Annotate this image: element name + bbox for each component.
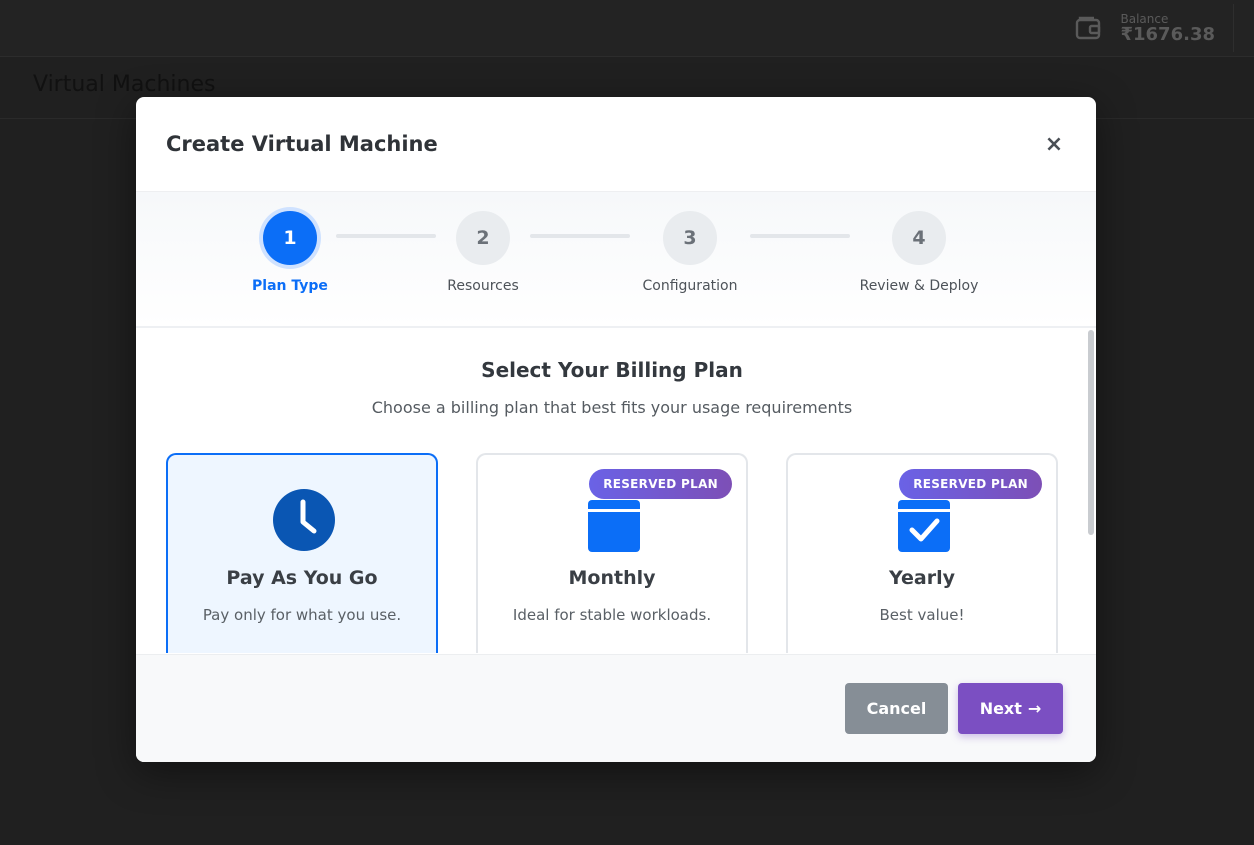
next-button[interactable]: Next → bbox=[958, 683, 1063, 734]
step-connector bbox=[530, 234, 630, 238]
close-icon[interactable]: × bbox=[1042, 132, 1066, 157]
plan-card-pay-as-you-go[interactable]: Pay As You Go Pay only for what you use. bbox=[166, 453, 438, 653]
step-connector bbox=[750, 234, 850, 238]
next-button-label: Next bbox=[979, 699, 1022, 718]
balance-label: Balance bbox=[1120, 11, 1169, 26]
step-connector bbox=[336, 234, 436, 238]
plan-name: Pay As You Go bbox=[226, 567, 378, 589]
plan-name: Yearly bbox=[889, 567, 955, 589]
balance-widget: Balance ₹1676.38 bbox=[1074, 4, 1234, 52]
balance-text: Balance ₹1676.38 bbox=[1120, 13, 1215, 44]
scrollbar[interactable] bbox=[1088, 330, 1094, 535]
modal-header: Create Virtual Machine × bbox=[136, 97, 1096, 192]
plan-name: Monthly bbox=[568, 567, 656, 589]
calendar-check-icon bbox=[898, 500, 950, 552]
plan-card-monthly[interactable]: RESERVED PLAN Monthly Ideal for stable w… bbox=[476, 453, 748, 653]
clock-icon bbox=[273, 489, 335, 551]
step-number: 2 bbox=[456, 211, 510, 265]
plan-card-yearly[interactable]: RESERVED PLAN Yearly Best value! bbox=[786, 453, 1058, 653]
modal-content: Select Your Billing Plan Choose a billin… bbox=[136, 328, 1096, 653]
create-vm-modal: Create Virtual Machine × 1 Plan Type 2 R… bbox=[136, 97, 1096, 762]
plan-description: Pay only for what you use. bbox=[202, 606, 402, 624]
wallet-icon bbox=[1076, 16, 1101, 40]
stepper: 1 Plan Type 2 Resources 3 Configuration … bbox=[136, 192, 1096, 328]
plan-description: Best value! bbox=[879, 606, 965, 624]
section-subtitle: Choose a billing plan that best fits you… bbox=[371, 398, 853, 417]
page-title: Virtual Machines bbox=[33, 72, 216, 97]
modal-footer: Cancel Next → bbox=[136, 654, 1096, 762]
modal-title: Create Virtual Machine bbox=[166, 132, 438, 156]
step-number: 4 bbox=[892, 211, 946, 265]
top-bar: Balance ₹1676.38 bbox=[0, 0, 1254, 57]
section-title: Select Your Billing Plan bbox=[481, 358, 743, 382]
calendar-icon bbox=[588, 500, 640, 552]
plan-description: Ideal for stable workloads. bbox=[512, 606, 712, 624]
step-label: Resources bbox=[447, 278, 519, 294]
arrow-right-icon: → bbox=[1027, 699, 1042, 718]
step-label: Plan Type bbox=[252, 278, 328, 294]
step-number: 3 bbox=[663, 211, 717, 265]
balance-value: ₹1676.38 bbox=[1120, 23, 1215, 45]
step-label: Review & Deploy bbox=[859, 278, 979, 294]
cancel-button[interactable]: Cancel bbox=[845, 683, 948, 734]
step-label: Configuration bbox=[642, 278, 738, 294]
step-number: 1 bbox=[263, 211, 317, 265]
